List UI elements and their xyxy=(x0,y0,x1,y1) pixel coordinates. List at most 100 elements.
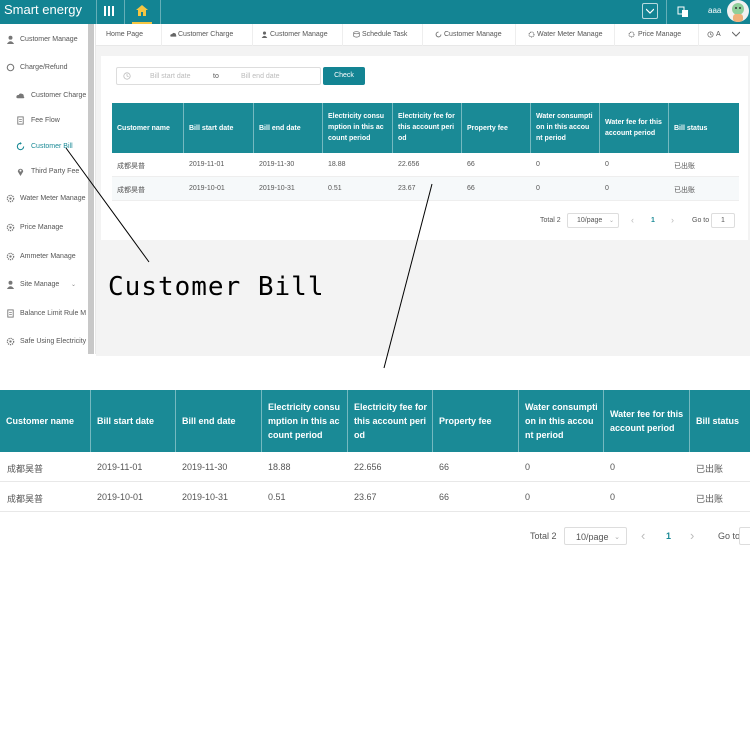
table-row[interactable]: 成都昊普 2019-11-01 2019-11-30 18.88 22.656 … xyxy=(112,153,739,177)
column-header: Water fee for this account period xyxy=(600,103,669,153)
sidebar-item-ammeter-manage[interactable]: Ammeter Manage xyxy=(0,250,88,264)
column-header: Electricity consu mption in this ac coun… xyxy=(262,390,348,452)
pagination-total: Total 2 xyxy=(540,217,561,224)
top-divider xyxy=(96,0,97,24)
home-icon[interactable] xyxy=(132,0,152,24)
dropdown-icon[interactable] xyxy=(642,3,658,19)
check-button[interactable]: Check xyxy=(323,67,365,85)
tab-bar: Home Page Customer Charge Customer Manag… xyxy=(96,24,750,46)
chevron-down-icon: ⌄ xyxy=(608,218,614,224)
page-number-current[interactable]: 1 xyxy=(666,531,671,541)
translate-icon[interactable] xyxy=(677,5,691,19)
prev-page-button[interactable]: ‹ xyxy=(641,528,645,543)
user-icon xyxy=(6,280,15,289)
gear-icon xyxy=(628,31,635,38)
goto-page-input[interactable] xyxy=(739,527,750,545)
column-header: Bill start date xyxy=(91,390,176,452)
column-header: Electricity fee for this account peri od xyxy=(348,390,433,452)
cloud-icon xyxy=(170,32,177,37)
next-page-button[interactable]: › xyxy=(690,528,694,543)
chevron-down-icon: ⌄ xyxy=(614,534,620,541)
sidebar-item-label: Customer Charge xyxy=(31,92,87,99)
clock-icon xyxy=(123,72,131,80)
page-size-select[interactable]: 10/page ⌄ xyxy=(564,527,627,545)
refresh-icon xyxy=(435,31,442,38)
tab-price-manage[interactable]: Price Manage xyxy=(615,24,699,46)
bill-date-range-picker[interactable]: Bill start date to Bill end date xyxy=(116,67,321,85)
sidebar-item-price-manage[interactable]: Price Manage xyxy=(0,221,88,235)
avatar[interactable] xyxy=(727,0,749,22)
menu-toggle-icon[interactable] xyxy=(102,4,116,18)
refresh-icon xyxy=(16,142,25,151)
circle-icon xyxy=(6,63,15,72)
location-pin-icon xyxy=(17,168,24,176)
column-header: Bill status xyxy=(690,390,750,452)
sidebar-item-charge-refund[interactable]: Charge/Refund xyxy=(0,61,88,75)
clock-icon xyxy=(707,31,714,38)
top-divider xyxy=(666,0,667,24)
top-divider xyxy=(124,0,125,24)
sidebar-item-label: Safe Using Electricity xyxy=(20,338,87,345)
sidebar-item-customer-manage[interactable]: Customer Manage xyxy=(0,33,88,47)
sidebar-item-label: Price Manage xyxy=(20,224,64,231)
page-number-current[interactable]: 1 xyxy=(651,217,655,224)
screenshot-root: Smart energy aaa Customer Manage Charge/… xyxy=(0,0,750,750)
sidebar-item-fee-flow[interactable]: Fee Flow xyxy=(0,114,88,128)
annotation-callout: Customer Bill xyxy=(108,272,325,302)
sidebar-item-label: Customer Bill xyxy=(31,143,73,150)
table-row[interactable]: 成都昊普 2019-11-01 2019-11-30 18.88 22.656 … xyxy=(0,452,750,482)
tab-customer-charge[interactable]: Customer Charge xyxy=(162,24,253,46)
sidebar-item-water-meter-manage[interactable]: Water Meter Manage xyxy=(0,192,88,206)
sidebar-item-site-manage[interactable]: Site Manage ⌄ xyxy=(0,278,88,292)
tab-home-page[interactable]: Home Page xyxy=(96,24,162,46)
gear-icon xyxy=(6,337,15,346)
app-title: Smart energy xyxy=(4,2,83,17)
column-header: Customer name xyxy=(0,390,91,452)
sidebar-scrollbar[interactable] xyxy=(88,24,94,354)
prev-page-button[interactable]: ‹ xyxy=(631,215,634,225)
sidebar-item-label: Site Manage xyxy=(20,281,60,288)
sidebar-item-label: Charge/Refund xyxy=(20,64,68,71)
gear-icon xyxy=(6,194,15,203)
sidebar-item-customer-bill[interactable]: Customer Bill xyxy=(0,140,88,154)
sidebar-item-label: Third Party Fee xyxy=(31,168,80,175)
goto-label: Go to xyxy=(692,217,710,224)
column-header: Bill status xyxy=(669,103,739,153)
bill-end-date-input[interactable]: Bill end date xyxy=(241,73,280,80)
column-header: Property fee xyxy=(462,103,531,153)
tab-customer-manage[interactable]: Customer Manage xyxy=(253,24,343,46)
top-divider xyxy=(160,0,161,24)
column-header: Electricity consu mption in this ac coun… xyxy=(323,103,393,153)
range-separator: to xyxy=(213,73,219,80)
top-bar: Smart energy aaa xyxy=(0,0,750,24)
tab-customer-manage-2[interactable]: Customer Manage xyxy=(423,24,516,46)
column-header: Water fee for this account period xyxy=(604,390,690,452)
tab-water-meter-manage[interactable]: Water Meter Manage xyxy=(516,24,615,46)
table-row[interactable]: 成都昊普 2019-10-01 2019-10-31 0.51 23.67 66… xyxy=(112,177,739,201)
sidebar-item-label: Ammeter Manage xyxy=(20,253,76,260)
table-row[interactable]: 成都昊普 2019-10-01 2019-10-31 0.51 23.67 66… xyxy=(0,482,750,512)
column-header: Water consumpti on in this accou nt peri… xyxy=(531,103,600,153)
page-size-select[interactable]: 10/page ⌄ xyxy=(567,213,619,228)
next-page-button[interactable]: › xyxy=(671,215,674,225)
chevron-down-icon[interactable] xyxy=(732,31,740,37)
sidebar-item-label: Fee Flow xyxy=(31,117,60,124)
sidebar-item-label: Balance Limit Rule M xyxy=(20,310,87,317)
sidebar-item-balance-limit-rule[interactable]: Balance Limit Rule M xyxy=(0,307,88,321)
user-icon xyxy=(261,31,268,38)
chevron-down-icon: ⌄ xyxy=(70,282,76,288)
user-name[interactable]: aaa xyxy=(708,6,721,15)
bill-start-date-input[interactable]: Bill start date xyxy=(150,73,190,80)
column-header: Bill end date xyxy=(254,103,323,153)
goto-page-input[interactable]: 1 xyxy=(711,213,735,228)
database-icon xyxy=(353,31,360,38)
tab-overflow[interactable]: A xyxy=(699,24,723,46)
sidebar-item-customer-charge[interactable]: Customer Charge xyxy=(0,89,88,103)
sidebar-item-safe-using-electricity[interactable]: Safe Using Electricity xyxy=(0,335,88,349)
user-icon xyxy=(6,35,15,44)
column-header: Bill start date xyxy=(184,103,254,153)
column-header: Customer name xyxy=(112,103,184,153)
tab-schedule-task[interactable]: Schedule Task xyxy=(343,24,423,46)
gear-icon xyxy=(6,252,15,261)
sidebar-item-third-party-fee[interactable]: Third Party Fee xyxy=(0,165,88,179)
